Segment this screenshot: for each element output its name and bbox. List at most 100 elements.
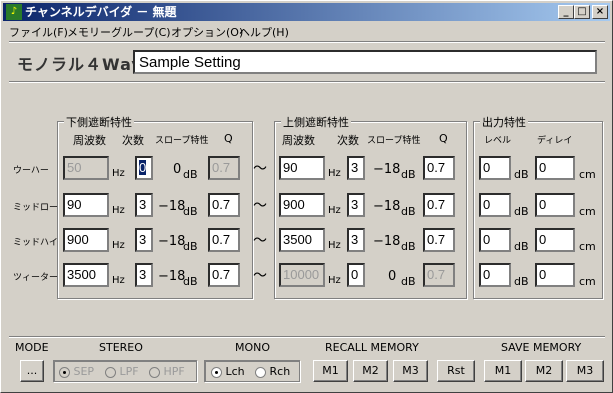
save-m2-button[interactable]: M2 xyxy=(525,360,563,382)
hz-unit: Hz xyxy=(112,205,125,216)
hz-unit: Hz xyxy=(328,240,341,251)
radio-icon xyxy=(211,366,222,378)
low-slope-value: −18 xyxy=(158,269,186,284)
delay-input[interactable]: 0 xyxy=(535,263,575,287)
low-slope-value: −18 xyxy=(158,234,186,249)
stereo-hpf-radio[interactable]: HPF xyxy=(149,365,185,378)
app-icon[interactable]: ♪ xyxy=(6,4,22,20)
setting-name-input[interactable]: Sample Setting xyxy=(133,50,597,74)
low-freq-input[interactable]: 50 xyxy=(63,156,109,180)
low-q-input[interactable]: 0.7 xyxy=(208,263,240,287)
stereo-radio-group: SEP LPF HPF xyxy=(53,360,197,382)
title-bar[interactable]: ♪ チャンネルデバイダ － 無題 _ □ × xyxy=(3,3,610,21)
level-header: レベル xyxy=(484,136,512,146)
high-q-input[interactable]: 0.7 xyxy=(423,156,455,180)
recall-m2-button[interactable]: M2 xyxy=(353,360,388,382)
menu-help[interactable]: ヘルプ(H) xyxy=(239,24,289,40)
db-unit: dB xyxy=(514,205,529,218)
low-slope-header: スロープ特性 xyxy=(155,136,209,146)
minimize-button[interactable]: _ xyxy=(558,5,574,19)
cm-unit: cm xyxy=(579,275,596,288)
menu-options[interactable]: オプション(O) xyxy=(171,24,243,40)
low-slope-value: −18 xyxy=(158,199,186,214)
low-cut-title: 下側遮断特性 xyxy=(64,114,134,130)
high-freq-input[interactable]: 3500 xyxy=(279,228,325,252)
low-freq-header: 周波数 xyxy=(73,134,106,147)
high-slope-header: スロープ特性 xyxy=(367,136,421,146)
low-order-input[interactable]: 0 xyxy=(135,156,153,180)
low-q-input[interactable]: 0.7 xyxy=(208,156,240,180)
close-button[interactable]: × xyxy=(592,5,608,19)
high-q-input[interactable]: 0.7 xyxy=(423,228,455,252)
mode-button[interactable]: ... xyxy=(20,360,44,382)
save-memory-label: SAVE MEMORY xyxy=(501,341,582,354)
level-input[interactable]: 0 xyxy=(479,193,511,217)
high-slope-value: −18 xyxy=(373,162,401,177)
hz-unit: Hz xyxy=(112,275,125,286)
low-order-input[interactable]: 3 xyxy=(135,228,153,252)
radio-icon xyxy=(149,366,160,378)
low-slope-value: 0 xyxy=(173,162,182,177)
low-order-value: 3 xyxy=(139,232,147,247)
high-order-input[interactable]: 3 xyxy=(347,228,365,252)
delay-input[interactable]: 0 xyxy=(535,156,575,180)
hz-unit: Hz xyxy=(328,168,341,179)
cm-unit: cm xyxy=(579,205,596,218)
high-freq-input[interactable]: 900 xyxy=(279,193,325,217)
high-q-input[interactable]: 0.7 xyxy=(423,263,455,287)
high-cut-title: 上側遮断特性 xyxy=(281,114,351,130)
high-freq-input[interactable]: 90 xyxy=(279,156,325,180)
high-order-header: 次数 xyxy=(337,134,359,147)
high-order-input[interactable]: 0 xyxy=(347,263,365,287)
low-q-input[interactable]: 0.7 xyxy=(208,193,240,217)
high-q-input[interactable]: 0.7 xyxy=(423,193,455,217)
low-order-input[interactable]: 3 xyxy=(135,193,153,217)
channel-label: ミッドハイ xyxy=(13,238,58,248)
low-order-header: 次数 xyxy=(122,134,144,147)
low-freq-input[interactable]: 90 xyxy=(63,193,109,217)
stereo-label: STEREO xyxy=(99,341,143,354)
radio-icon xyxy=(105,366,116,378)
db-unit: dB xyxy=(401,275,416,288)
hz-unit: Hz xyxy=(112,240,125,251)
delay-input[interactable]: 0 xyxy=(535,228,575,252)
level-input[interactable]: 0 xyxy=(479,263,511,287)
output-title: 出力特性 xyxy=(480,114,528,130)
db-unit: dB xyxy=(183,168,198,181)
level-input[interactable]: 0 xyxy=(479,228,511,252)
recall-reset-button[interactable]: Rst xyxy=(437,360,475,382)
window-title: チャンネルデバイダ － 無題 xyxy=(25,5,177,19)
level-input[interactable]: 0 xyxy=(479,156,511,180)
save-m1-button[interactable]: M1 xyxy=(484,360,522,382)
db-unit: dB xyxy=(183,205,198,218)
cm-unit: cm xyxy=(579,240,596,253)
stereo-sep-radio[interactable]: SEP xyxy=(59,365,94,378)
maximize-button[interactable]: □ xyxy=(574,5,590,19)
recall-m1-button[interactable]: M1 xyxy=(313,360,348,382)
high-freq-input[interactable]: 10000 xyxy=(279,263,325,287)
recall-memory-label: RECALL MEMORY xyxy=(325,341,419,354)
heading-separator xyxy=(9,81,605,83)
mono-lch-radio[interactable]: Lch xyxy=(211,365,245,378)
low-freq-input[interactable]: 900 xyxy=(63,228,109,252)
menu-file[interactable]: ファイル(F) xyxy=(9,24,68,40)
stereo-lpf-radio[interactable]: LPF xyxy=(105,365,139,378)
high-order-input[interactable]: 3 xyxy=(347,193,365,217)
high-order-input[interactable]: 3 xyxy=(347,156,365,180)
low-order-value: 3 xyxy=(139,267,147,282)
menu-memory-group[interactable]: メモリーグループ(C) xyxy=(67,24,171,40)
low-order-input[interactable]: 3 xyxy=(135,263,153,287)
save-m3-button[interactable]: M3 xyxy=(566,360,604,382)
high-slope-value: 0 xyxy=(388,269,397,284)
low-q-header: Q xyxy=(224,132,233,145)
low-q-input[interactable]: 0.7 xyxy=(208,228,240,252)
low-freq-input[interactable]: 3500 xyxy=(63,263,109,287)
low-order-value: 3 xyxy=(139,197,147,212)
mono-rch-radio[interactable]: Rch xyxy=(255,365,290,378)
recall-m3-button[interactable]: M3 xyxy=(393,360,428,382)
menu-separator xyxy=(9,41,605,43)
low-order-value: 0 xyxy=(139,160,147,175)
db-unit: dB xyxy=(514,168,529,181)
db-unit: dB xyxy=(514,240,529,253)
delay-input[interactable]: 0 xyxy=(535,193,575,217)
